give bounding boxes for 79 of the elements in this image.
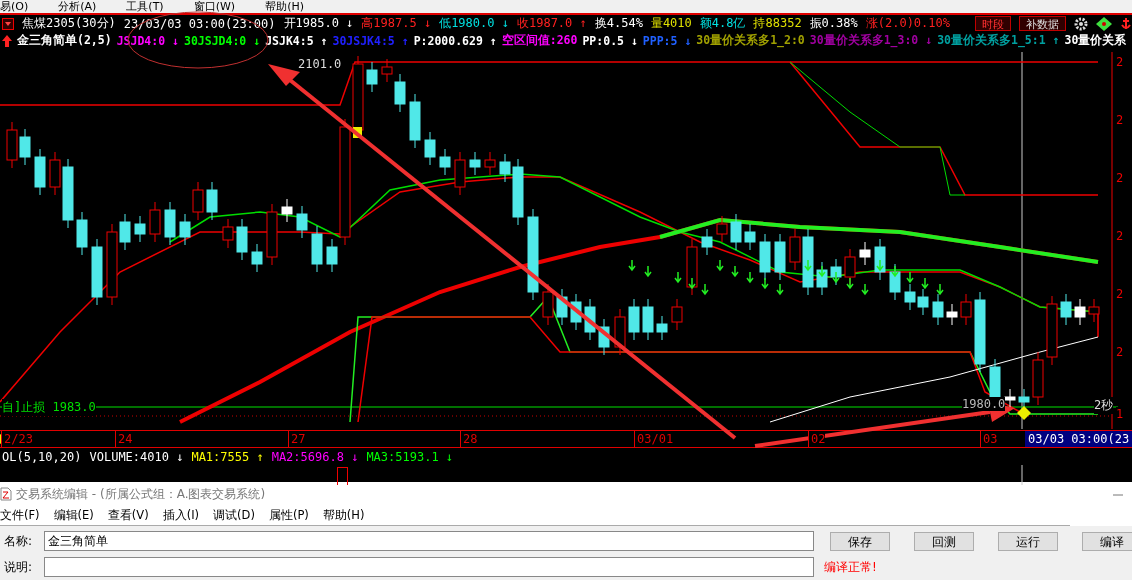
indicator-value: PPP:5 ↓	[642, 33, 692, 48]
indicator-value: 30JSJK4:5 ↑	[332, 33, 409, 48]
cursor-date-label: 03/03 03:00(23:	[1025, 431, 1132, 447]
anchor-icon[interactable]	[1120, 16, 1132, 31]
axis-label: 2	[1116, 229, 1124, 243]
date-label: 03/01	[634, 431, 674, 447]
action-button[interactable]: 回测	[914, 531, 974, 551]
date-label: 28	[460, 431, 478, 447]
menu-item[interactable]: 易(O)	[0, 1, 29, 13]
quote-field: 涨(2.0)0.10%	[865, 15, 950, 32]
indicator-value: 30量价关系多1_2:0	[696, 33, 805, 48]
quote-field: 高1987.5 ↓	[361, 15, 432, 32]
axis-label: 2	[1116, 287, 1124, 301]
quote-field: 量4010	[650, 15, 692, 32]
volume-title: OL(5,10,20)	[2, 449, 82, 464]
quote-field: 持88352	[753, 15, 802, 32]
date-label: 27	[288, 431, 306, 447]
price-label: 2秒	[1094, 397, 1114, 414]
menu-item[interactable]: 编辑(E)	[53, 508, 94, 524]
volume-value: VOLUME:4010 ↓	[89, 449, 184, 464]
menu-item[interactable]: 调试(D)	[213, 508, 255, 524]
toolbar-button[interactable]: 时段	[975, 16, 1011, 31]
menu-item[interactable]: 窗口(W)	[193, 1, 236, 13]
axis-label: 2	[1116, 55, 1124, 69]
name-label: 名称:	[4, 532, 34, 550]
price-label: 自]止损 1983.0	[2, 399, 96, 416]
volume-value: MA1:7555 ↑	[191, 449, 264, 464]
quote-field: 额4.8亿	[699, 15, 746, 32]
gear-icon[interactable]	[1074, 16, 1088, 31]
arrow-up-icon	[2, 34, 12, 47]
formula-label: 金三角简单(2,5)	[17, 33, 112, 48]
quote-field: 收1987.0 ↑	[516, 15, 587, 32]
quote-field: 开1985.0 ↓	[283, 15, 354, 32]
description-field[interactable]	[44, 557, 814, 577]
indicator-value: P:2000.629 ↑	[413, 33, 497, 48]
date-label: 02	[808, 431, 826, 447]
menu-item[interactable]: 工具(T)	[126, 1, 164, 13]
menu-item[interactable]: 分析(A)	[58, 1, 97, 13]
menu-item[interactable]: 帮助(H)	[265, 1, 304, 13]
date-label: 03	[980, 431, 998, 447]
menu-item[interactable]: 属性(P)	[268, 508, 309, 524]
menu-item[interactable]: 插入(I)	[162, 508, 200, 524]
indicator-value: JSJK4:5 ↑	[265, 33, 328, 48]
quote-field: 振0.38%	[809, 15, 858, 32]
description-label: 说明:	[4, 558, 34, 576]
menu-item[interactable]: 查看(V)	[107, 508, 149, 524]
name-field[interactable]: 金三角简单	[44, 531, 814, 551]
indicator-value: 30量价关系多1_3:0 ↓	[809, 33, 933, 48]
date-label: 2/23	[1, 431, 33, 447]
indicator-value: PP:0.5 ↓	[582, 33, 638, 48]
indicator-value: JSJD4:0 ↓	[116, 33, 179, 48]
datetime-label: 23/03/03 03:00(23:00)	[123, 16, 276, 31]
indicator-value: 空区间值:260	[501, 33, 578, 48]
toolbar-button[interactable]: 补数据	[1019, 16, 1066, 31]
price-label: 1980.0	[962, 397, 1006, 411]
action-button[interactable]: 运行	[998, 531, 1058, 551]
dropdown-icon[interactable]	[2, 17, 14, 30]
compile-status: 编译正常!	[823, 558, 878, 576]
axis-label: 1	[1116, 407, 1124, 421]
price-label: 2101.0	[298, 57, 342, 71]
volume-value: MA3:5193.1 ↓	[366, 449, 454, 464]
indicator-value: 30量价关系多1_5:1 ↑	[937, 33, 1060, 48]
dialog-title: 交易系统编辑 - (所属公式组：A.图表交易系统)	[16, 485, 267, 503]
action-button[interactable]: 编译	[1082, 531, 1132, 551]
axis-label: 2	[1116, 113, 1124, 127]
volume-value: MA2:5696.8 ↓	[271, 449, 359, 464]
indicator-value: 30量价关系	[1064, 33, 1127, 48]
menu-item[interactable]: 文件(F)	[0, 508, 40, 524]
quote-field: 换4.54%	[594, 15, 643, 32]
indicator-value: 30JSJD4:0 ↓	[183, 33, 261, 48]
date-label: 24	[115, 431, 133, 447]
menu-item[interactable]: 帮助(H)	[322, 508, 365, 524]
axis-label: 2	[1116, 171, 1124, 185]
quote-field: 低1980.0 ↓	[439, 15, 509, 32]
symbol-label: 焦煤2305(30分)	[22, 15, 116, 32]
axis-label: 2	[1116, 345, 1124, 359]
action-button[interactable]: 保存	[830, 531, 890, 551]
signal-marker	[353, 127, 362, 138]
diamond-marker	[1017, 406, 1031, 420]
